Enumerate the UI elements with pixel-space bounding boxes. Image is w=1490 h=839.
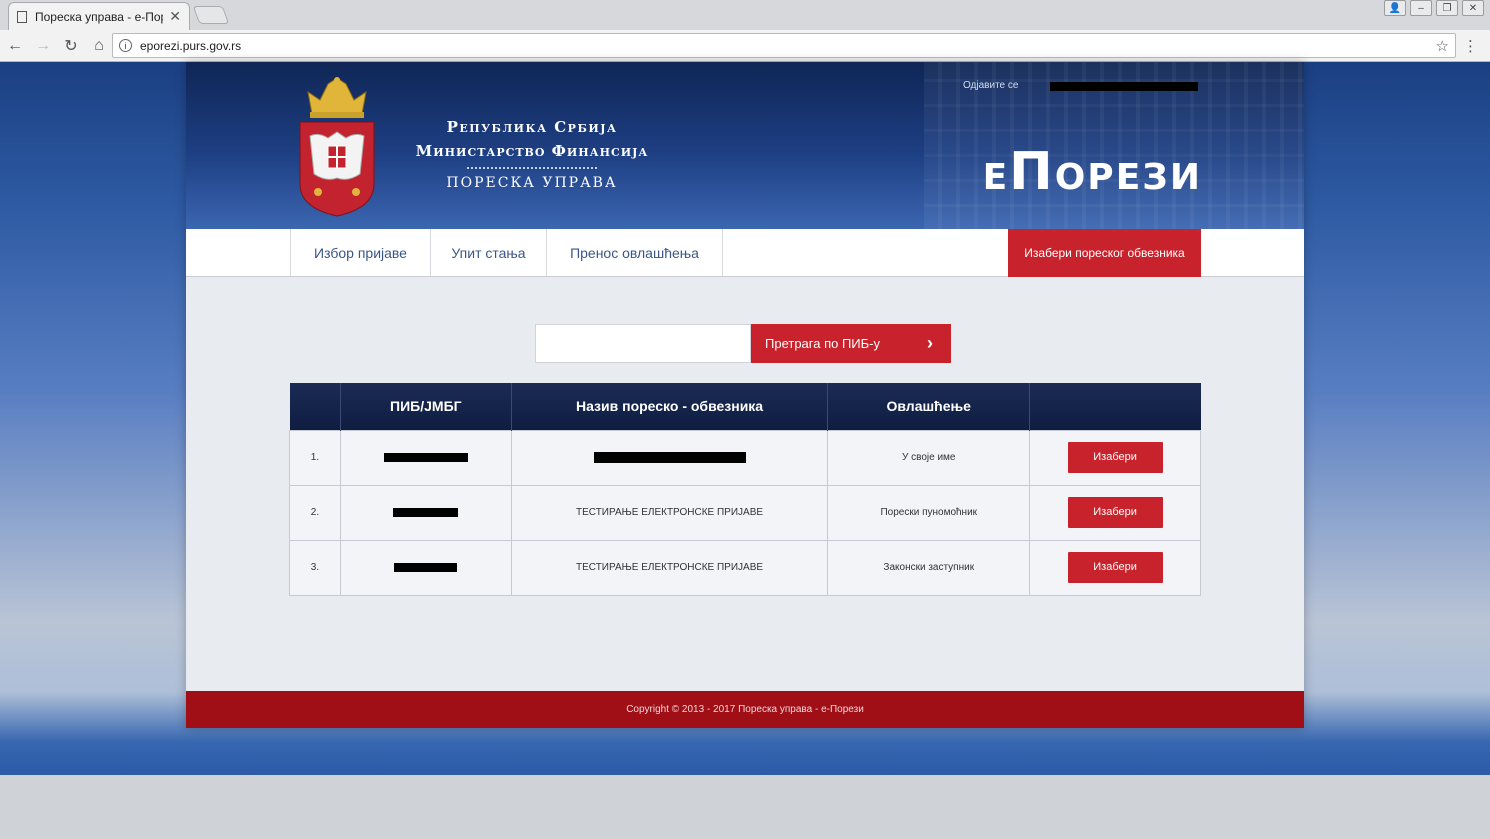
- browser-toolbar: ← → ↻ ⌂ i eporezi.purs.gov.rs ☆ ⋮: [0, 30, 1490, 62]
- close-window-icon[interactable]: ✕: [1462, 0, 1484, 16]
- home-icon[interactable]: ⌂: [86, 33, 112, 59]
- col-header-num: [289, 383, 341, 430]
- table-row: 2. ТЕСТИРАЊЕ ЕЛЕКТРОНСКЕ ПРИЈАВЕ Порески…: [289, 484, 1201, 541]
- browser-tab-bar: Пореска управа - е-Пор ✕ 👤 – ❐ ✕: [0, 0, 1490, 30]
- chevron-right-icon: ›: [927, 333, 933, 353]
- redacted-pib: [383, 452, 468, 462]
- row-pib: [339, 539, 512, 596]
- tab-title: Пореска управа - е-Пор: [35, 9, 164, 24]
- org-line-tax-admin: ПОРЕСКА УПРАВА: [446, 175, 618, 191]
- row-pib: [339, 484, 512, 541]
- row-number: 3.: [289, 539, 341, 596]
- bottom-strip: [0, 775, 1490, 839]
- site-footer: Copyright © 2013 - 2017 Пореска управа -…: [186, 691, 1304, 728]
- row-authority: У своје име: [827, 429, 1031, 486]
- taxpayer-table: ПИБ/ЈМБГ Назив пореско - обвезника Овлаш…: [289, 383, 1201, 596]
- site-header: Република Србија Министарство Финансија …: [186, 62, 1304, 229]
- coat-of-arms-icon: [299, 77, 375, 217]
- row-name: [510, 429, 829, 486]
- reload-icon[interactable]: ↻: [58, 33, 84, 59]
- col-header-pib: ПИБ/ЈМБГ: [340, 383, 512, 430]
- select-row-button[interactable]: Изабери: [1067, 442, 1163, 473]
- redacted-pib: [394, 562, 458, 572]
- row-action: Изабери: [1029, 429, 1201, 486]
- redacted-username: [1050, 82, 1198, 91]
- org-line-republic: Република Србија: [446, 118, 618, 136]
- pib-search-button[interactable]: Претрага по ПИБ-у ›: [751, 324, 951, 363]
- row-name: ТЕСТИРАЊЕ ЕЛЕКТРОНСКЕ ПРИЈАВЕ: [510, 484, 829, 541]
- bookmark-star-icon[interactable]: ☆: [1436, 37, 1449, 55]
- browser-menu-icon[interactable]: ⋮: [1463, 37, 1478, 55]
- browser-tab[interactable]: Пореска управа - е-Пор ✕: [8, 2, 190, 30]
- redacted-pib: [393, 507, 459, 517]
- forward-icon[interactable]: →: [30, 33, 56, 59]
- minimize-icon[interactable]: –: [1410, 0, 1432, 16]
- col-header-action: [1029, 383, 1201, 430]
- col-header-name: Назив пореско - обвезника: [511, 383, 829, 430]
- table-row: 1. У своје име Изабери: [289, 429, 1201, 486]
- address-bar[interactable]: i eporezi.purs.gov.rs ☆: [112, 33, 1456, 58]
- organization-name: Република Србија Министарство Финансија …: [392, 118, 672, 191]
- org-line-ministry: Министарство Финансија: [415, 142, 649, 160]
- nav-item-balance-query[interactable]: Упит стања: [430, 229, 546, 276]
- select-row-button[interactable]: Изабери: [1067, 552, 1163, 583]
- pib-search-input[interactable]: [535, 324, 751, 363]
- select-taxpayer-button[interactable]: Изабери пореског обвезника: [1008, 229, 1201, 277]
- close-tab-icon[interactable]: ✕: [169, 8, 181, 25]
- page-background: Република Србија Министарство Финансија …: [0, 62, 1490, 775]
- org-divider: [467, 167, 597, 169]
- page-icon: [17, 10, 27, 23]
- row-authority: Законски заступник: [827, 539, 1031, 596]
- restore-icon[interactable]: ❐: [1436, 0, 1458, 16]
- row-action: Изабери: [1029, 539, 1201, 596]
- main-nav: Избор пријаве Упит стања Пренос овлашћењ…: [186, 229, 1304, 277]
- redacted-name: [593, 451, 746, 463]
- search-button-label: Претрага по ПИБ-у: [765, 336, 881, 351]
- window-controls: 👤 – ❐ ✕: [1384, 0, 1484, 16]
- profile-icon[interactable]: 👤: [1384, 0, 1406, 16]
- copyright-text: Copyright © 2013 - 2017 Пореска управа -…: [626, 704, 864, 715]
- select-row-button[interactable]: Изабери: [1067, 497, 1163, 528]
- row-name: ТЕСТИРАЊЕ ЕЛЕКТРОНСКЕ ПРИЈАВЕ: [510, 539, 829, 596]
- row-pib: [339, 429, 512, 486]
- back-icon[interactable]: ←: [2, 33, 28, 59]
- col-header-authority: Овлашћење: [827, 383, 1031, 430]
- main-container: Република Србија Министарство Финансија …: [186, 62, 1304, 728]
- row-authority: Порески пуномоћник: [827, 484, 1031, 541]
- nav-item-select-form[interactable]: Избор пријаве: [290, 229, 430, 276]
- new-tab-button[interactable]: [192, 6, 230, 24]
- url-text: eporezi.purs.gov.rs: [140, 38, 242, 53]
- nav-item-transfer-authority[interactable]: Пренос овлашћења: [546, 229, 723, 276]
- table-header-row: ПИБ/ЈМБГ Назив пореско - обвезника Овлаш…: [289, 383, 1201, 430]
- brand-logo: еПорези: [982, 142, 1202, 202]
- row-action: Изабери: [1029, 484, 1201, 541]
- logout-link[interactable]: Одјавите се: [963, 80, 1018, 91]
- row-number: 2.: [289, 484, 341, 541]
- table-row: 3. ТЕСТИРАЊЕ ЕЛЕКТРОНСКЕ ПРИЈАВЕ Законск…: [289, 539, 1201, 596]
- info-icon[interactable]: i: [119, 39, 132, 52]
- row-number: 1.: [289, 429, 341, 486]
